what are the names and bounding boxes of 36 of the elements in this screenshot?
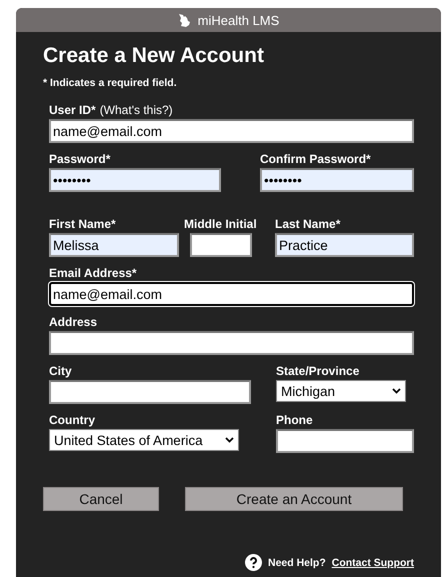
field-label: Last Name* xyxy=(275,217,340,231)
input-field[interactable] xyxy=(49,380,251,404)
input-field[interactable]: Practice xyxy=(275,233,414,257)
page-heading: Create a New Account xyxy=(43,44,265,68)
field-label: City xyxy=(49,364,72,378)
field-label: Confirm Password* xyxy=(260,152,371,166)
app-title: miHealth LMS xyxy=(198,12,280,28)
dropdown[interactable]: Michigan xyxy=(276,380,406,402)
contact-support-link[interactable]: Contact Support xyxy=(332,556,414,568)
field-label: Address xyxy=(49,315,98,329)
field-label: Country xyxy=(49,413,95,427)
field-label: Email Address* xyxy=(49,266,137,280)
input-field[interactable]: •••••••• xyxy=(260,168,414,192)
state-map-icon xyxy=(178,13,192,27)
chevron-icon xyxy=(225,437,234,443)
help-icon xyxy=(244,554,262,571)
create-account-button[interactable]: Create an Account xyxy=(185,487,403,511)
email-field[interactable]: name@email.com xyxy=(49,282,414,306)
chevron-icon xyxy=(392,388,401,394)
help-text: Need Help? xyxy=(268,556,326,568)
field-label: Phone xyxy=(276,413,313,427)
field-label: Middle Initial xyxy=(184,217,257,231)
field-label: First Name* xyxy=(49,217,116,231)
input-field[interactable]: name@email.com xyxy=(49,119,414,143)
input-field[interactable]: •••••••• xyxy=(49,168,221,192)
input-field[interactable] xyxy=(49,331,414,355)
field-label: Password* xyxy=(49,152,110,166)
input-field[interactable] xyxy=(190,233,252,257)
field-label: State/Province xyxy=(276,364,360,378)
help-link[interactable]: (What's this?) xyxy=(100,103,173,117)
required-note: * Indicates a required field. xyxy=(43,77,178,89)
field-label: User ID* xyxy=(49,103,96,117)
dropdown[interactable]: United States of America xyxy=(49,429,239,451)
cancel-button[interactable]: Cancel xyxy=(43,487,159,511)
input-field[interactable]: Melissa xyxy=(49,233,179,257)
input-field[interactable] xyxy=(276,429,414,453)
